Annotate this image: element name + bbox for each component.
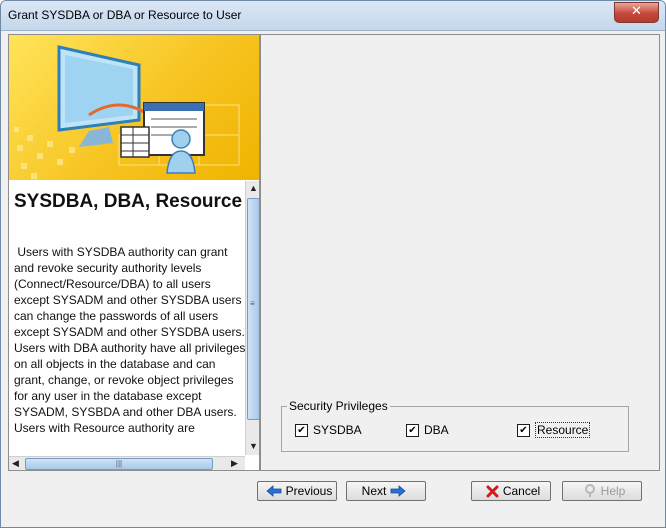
scroll-right-icon[interactable]: ▶ [231, 458, 238, 469]
close-button[interactable]: ✕ [614, 2, 659, 23]
scroll-up-icon[interactable]: ▲ [249, 183, 258, 193]
next-button[interactable]: Next [346, 481, 426, 501]
window-title: Grant SYSDBA or DBA or Resource to User [8, 8, 242, 22]
checkbox-dba[interactable]: ✔ DBA [406, 422, 449, 438]
previous-label: Previous [285, 484, 333, 498]
dialog-window: Grant SYSDBA or DBA or Resource to User … [0, 0, 666, 528]
checkbox-label: Resource [535, 422, 591, 438]
checkbox-label: SYSDBA [313, 423, 362, 437]
security-privileges-group: Security Privileges ✔ SYSDBA ✔ DBA ✔ Res… [281, 399, 629, 452]
checkmark-icon[interactable]: ✔ [517, 423, 530, 437]
checkbox-resource[interactable]: ✔ Resource [517, 422, 591, 438]
banner-illustration-icon [14, 45, 240, 179]
content-panel: Security Privileges ✔ SYSDBA ✔ DBA ✔ Res… [260, 34, 660, 471]
cancel-label: Cancel [502, 484, 541, 498]
description-paragraph: Users with SYSDBA authority can grant an… [14, 245, 245, 339]
red-x-icon [486, 485, 499, 497]
checkmark-icon[interactable]: ✔ [406, 423, 419, 437]
wizard-banner-image [9, 35, 259, 180]
horizontal-scrollbar[interactable]: ◀ ||| ▶ [9, 456, 245, 470]
description-paragraph: Users with DBA authority have all privil… [14, 341, 245, 419]
help-label: Help [600, 484, 626, 498]
scroll-down-icon[interactable]: ▼ [249, 441, 258, 451]
section-heading: SYSDBA, DBA, Resource Authority [14, 191, 245, 212]
arrow-left-icon [266, 485, 282, 497]
help-icon [584, 484, 595, 497]
group-title: Security Privileges [287, 399, 390, 413]
vertical-scroll-thumb[interactable]: ≡ [247, 198, 259, 420]
horizontal-scroll-thumb[interactable]: ||| [25, 458, 213, 470]
title-bar: Grant SYSDBA or DBA or Resource to User … [1, 1, 665, 31]
help-button[interactable]: Help [562, 481, 642, 501]
info-panel: SYSDBA, DBA, Resource Authority Users wi… [8, 34, 260, 471]
next-label: Next [361, 484, 387, 498]
scroll-left-icon[interactable]: ◀ [12, 458, 19, 469]
arrow-right-icon [390, 485, 406, 497]
description-paragraph: Users with Resource authority are [14, 421, 195, 435]
checkmark-icon[interactable]: ✔ [295, 423, 308, 437]
description-body: Users with SYSDBA authority can grant an… [14, 244, 245, 436]
grip-icon: ≡ [250, 299, 255, 308]
checkbox-sysdba[interactable]: ✔ SYSDBA [295, 422, 362, 438]
cancel-button[interactable]: Cancel [471, 481, 551, 501]
description-text-area[interactable]: SYSDBA, DBA, Resource Authority Users wi… [9, 181, 245, 455]
close-icon: ✕ [631, 4, 642, 19]
previous-button[interactable]: Previous [257, 481, 337, 501]
checkbox-label: DBA [424, 423, 449, 437]
vertical-scrollbar[interactable]: ▲ ≡ ▼ [245, 181, 259, 455]
